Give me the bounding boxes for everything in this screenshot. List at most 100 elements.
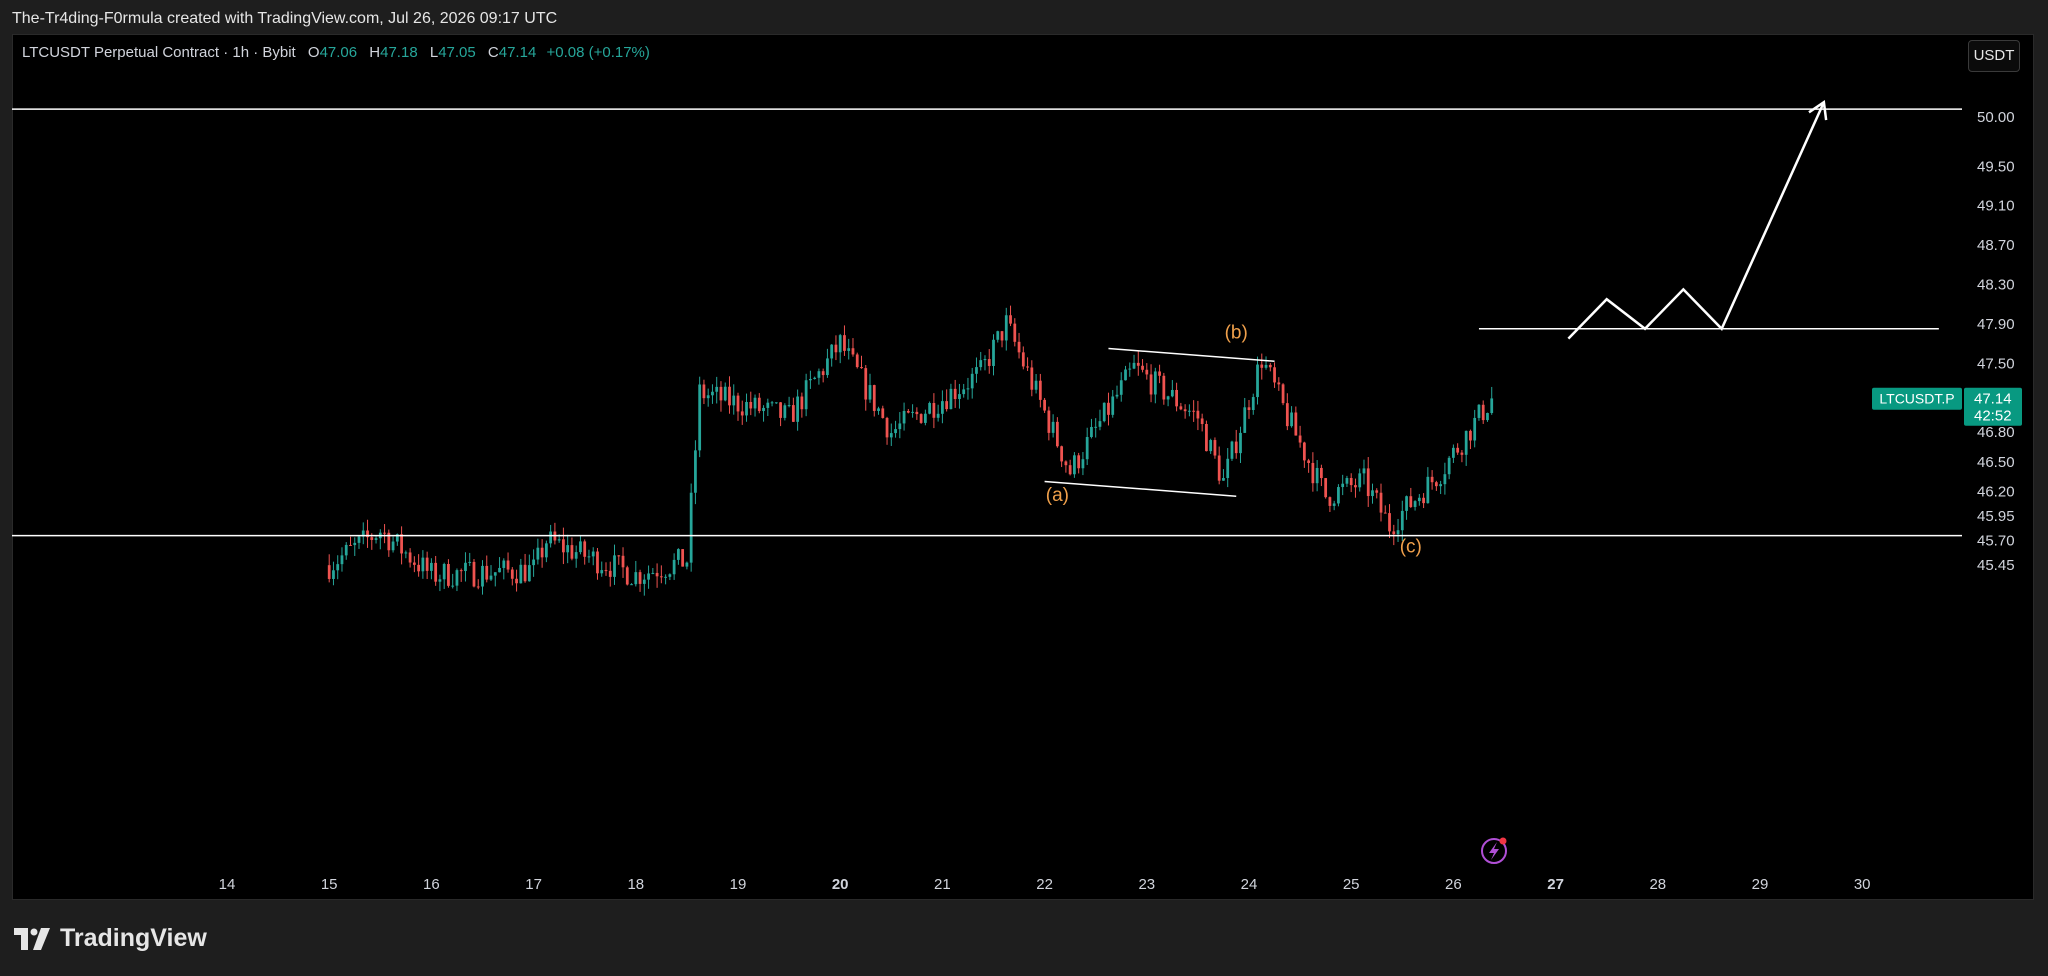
- wave-label: (b): [1225, 323, 1248, 344]
- candle-body: [838, 335, 842, 353]
- candle-body: [783, 405, 787, 418]
- candle-body: [826, 358, 829, 376]
- x-tick-label: 29: [1752, 876, 1769, 893]
- candle-body: [340, 555, 344, 565]
- candle-body: [1324, 478, 1328, 498]
- candle-body: [1366, 468, 1370, 497]
- candle-body: [706, 395, 710, 399]
- candle-body: [1004, 315, 1008, 341]
- candlestick-chart[interactable]: (a) (b) (c) 50.00 49.50 49.10 48.70 48.30 47.90…: [0, 0, 2048, 976]
- candle-body: [1124, 369, 1127, 381]
- candle-body: [1026, 366, 1029, 368]
- candle-body: [830, 344, 834, 359]
- candle-body: [1426, 476, 1430, 504]
- candle-body: [911, 411, 914, 413]
- symbol-info[interactable]: LTCUSDT Perpetual Contract · 1h · Bybit: [22, 44, 296, 61]
- candle-body: [962, 389, 966, 395]
- candle-body: [1452, 447, 1455, 458]
- close-value: 47.14: [498, 44, 537, 61]
- candle-body: [1077, 455, 1081, 469]
- currency-button[interactable]: USDT: [1968, 40, 2020, 72]
- candle-body: [1362, 468, 1366, 474]
- candle-body: [1307, 460, 1311, 463]
- candle-body: [898, 423, 902, 430]
- candle-body: [736, 395, 740, 412]
- y-tick-label: 46.50: [1977, 454, 2015, 471]
- y-tick-label: 49.10: [1977, 198, 2015, 215]
- candle-body: [919, 414, 923, 423]
- candle-body: [821, 371, 825, 376]
- candle-body: [1017, 341, 1021, 353]
- tradingview-logo-icon: [14, 927, 50, 950]
- candle-body: [762, 407, 765, 412]
- candle-body: [574, 552, 578, 559]
- y-tick-label: 45.95: [1977, 508, 2015, 525]
- candle-body: [864, 368, 868, 400]
- candle-body: [966, 388, 970, 390]
- candle-body: [1141, 365, 1144, 370]
- candle-body: [779, 402, 782, 418]
- y-tick-label: 45.70: [1977, 533, 2015, 550]
- y-tick-label: 47.90: [1977, 316, 2015, 333]
- candle-body: [1298, 435, 1302, 443]
- candle-body: [625, 567, 629, 585]
- candle-body: [455, 570, 459, 586]
- candle-body: [1217, 455, 1221, 481]
- candle-body: [732, 395, 736, 406]
- tradingview-logo[interactable]: TradingView: [14, 924, 207, 953]
- candle-body: [332, 570, 335, 579]
- candle-body: [953, 388, 957, 400]
- candle-body: [464, 562, 467, 572]
- candle-body: [472, 561, 476, 587]
- candle-body: [894, 429, 897, 434]
- y-tick-label: 48.30: [1977, 276, 2015, 293]
- candle-body: [1200, 418, 1204, 424]
- candle-body: [1013, 323, 1017, 342]
- candle-body: [702, 384, 706, 399]
- candle-body: [1136, 362, 1140, 366]
- candle-body: [996, 331, 1000, 340]
- candle-body: [1332, 503, 1336, 506]
- low-label: L: [429, 44, 439, 61]
- candle-body: [1009, 315, 1012, 324]
- candle-body: [540, 547, 544, 558]
- x-tick-label: 25: [1343, 876, 1360, 893]
- candle-body: [1153, 371, 1157, 395]
- candle-body: [1447, 457, 1451, 475]
- candle-body: [510, 569, 514, 579]
- candle-body: [1209, 440, 1213, 452]
- candle-body: [945, 401, 949, 410]
- candle-body: [515, 578, 518, 584]
- candle-body: [685, 562, 689, 567]
- candle-body: [1115, 394, 1119, 397]
- candles-layer: [327, 305, 1494, 596]
- candle-body: [544, 543, 548, 558]
- candle-body: [689, 492, 693, 563]
- candle-body: [698, 384, 702, 451]
- candle-body: [979, 360, 983, 368]
- candle-body: [872, 385, 876, 411]
- candle-body: [1290, 412, 1293, 427]
- candle-body: [881, 408, 885, 418]
- tradingview-brand: TradingView: [60, 924, 207, 952]
- y-tick-label: 49.50: [1977, 158, 2015, 175]
- candle-body: [502, 560, 506, 568]
- candle-body: [923, 413, 927, 423]
- candle-body: [1068, 465, 1072, 475]
- candle-body: [1085, 437, 1089, 460]
- candle-body: [1473, 417, 1477, 441]
- bolt-icon-glyph: [1489, 842, 1499, 860]
- x-tick-label: 17: [525, 876, 542, 893]
- candle-body: [1107, 402, 1110, 415]
- candle-body: [481, 565, 484, 587]
- candle-body: [745, 401, 748, 416]
- candle-body: [1132, 362, 1136, 369]
- candle-body: [1294, 412, 1298, 436]
- candle-body: [1422, 497, 1425, 504]
- candle-body: [634, 572, 638, 585]
- candle-body: [430, 562, 433, 571]
- candle-body: [421, 557, 425, 572]
- candle-body: [672, 559, 676, 575]
- drawings-layer: (a) (b) (c): [12, 100, 1962, 557]
- candle-body: [970, 373, 974, 389]
